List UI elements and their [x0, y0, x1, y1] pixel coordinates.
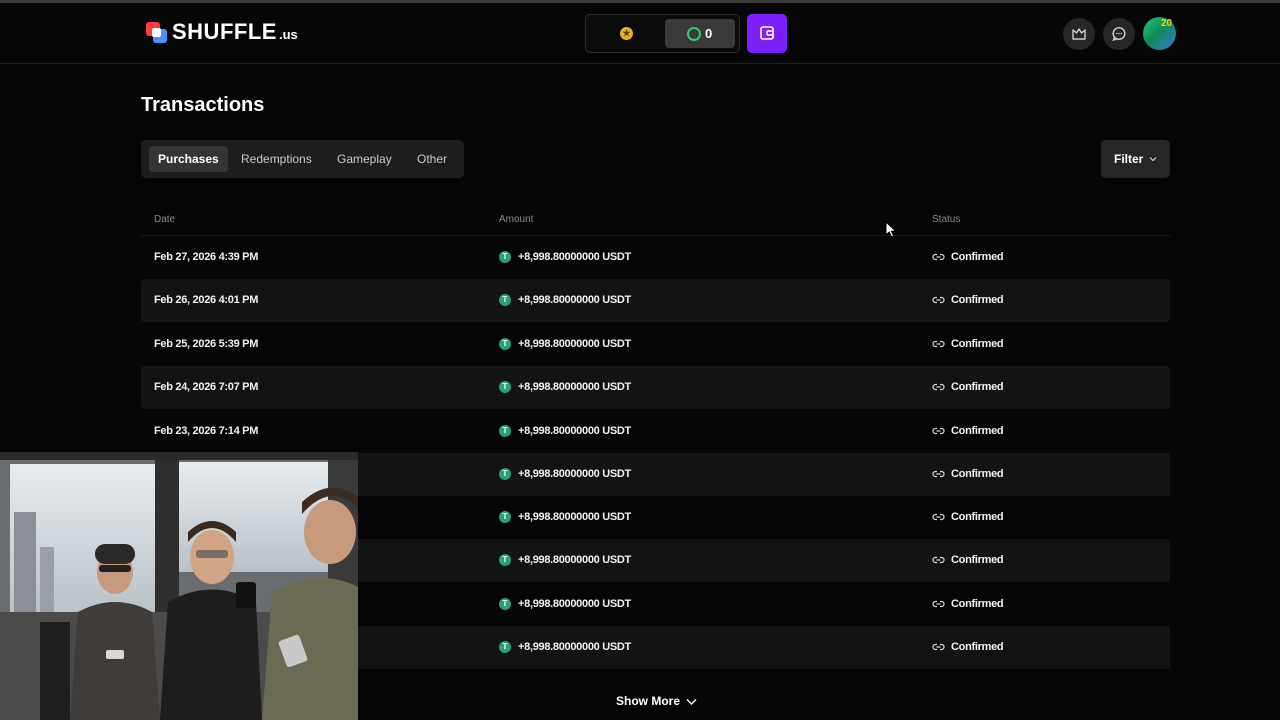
link-icon[interactable]: [932, 599, 945, 609]
show-more-button[interactable]: Show More: [616, 694, 697, 708]
chat-button[interactable]: [1103, 18, 1135, 50]
avatar-level-badge: 20: [1161, 18, 1173, 29]
tether-icon: T: [499, 641, 511, 653]
tether-icon: T: [499, 598, 511, 610]
row-status: Confirmed: [951, 468, 1004, 480]
column-header-amount: Amount: [499, 214, 534, 225]
mouse-cursor-icon: [885, 221, 897, 238]
row-amount: +8,998.80000000 USDT: [518, 425, 631, 437]
tether-icon: T: [499, 381, 511, 393]
show-more-label: Show More: [616, 694, 681, 708]
green-coin-icon: [687, 27, 701, 41]
row-status: Confirmed: [951, 338, 1004, 350]
row-amount: +8,998.80000000 USDT: [518, 294, 631, 306]
tether-icon: T: [499, 554, 511, 566]
row-status: Confirmed: [951, 511, 1004, 523]
filter-button[interactable]: Filter: [1101, 140, 1170, 178]
row-status: Confirmed: [951, 294, 1004, 306]
link-icon[interactable]: [932, 469, 945, 479]
brand-suffix: .us: [278, 27, 298, 42]
link-icon[interactable]: [932, 555, 945, 565]
brand-name: SHUFFLE: [172, 19, 277, 44]
row-status: Confirmed: [951, 381, 1004, 393]
tab-gameplay[interactable]: Gameplay: [328, 146, 401, 172]
row-amount: +8,998.80000000 USDT: [518, 468, 631, 480]
link-icon[interactable]: [932, 382, 945, 392]
tether-icon: T: [499, 294, 511, 306]
green-balance-value: 0: [705, 26, 713, 41]
green-balance-segment[interactable]: 0: [665, 19, 735, 48]
tab-other[interactable]: Other: [408, 146, 456, 172]
tether-icon: T: [499, 338, 511, 350]
column-header-status: Status: [932, 214, 961, 225]
shuffle-logo-icon: [146, 22, 167, 43]
transaction-type-tabs: Purchases Redemptions Gameplay Other: [141, 140, 464, 178]
tab-redemptions[interactable]: Redemptions: [232, 146, 321, 172]
row-amount: +8,998.80000000 USDT: [518, 554, 631, 566]
page-title: Transactions: [141, 94, 265, 116]
link-icon[interactable]: [932, 295, 945, 305]
table-row: Feb 25, 2026 5:39 PM T +8,998.80000000 U…: [141, 323, 1170, 366]
chat-bubble-icon: [1112, 26, 1126, 42]
row-status: Confirmed: [951, 251, 1004, 263]
link-icon[interactable]: [932, 512, 945, 522]
filter-label: Filter: [1114, 152, 1144, 166]
wallet-icon: [760, 26, 774, 40]
row-amount: +8,998.80000000 USDT: [518, 598, 631, 610]
row-date: Feb 27, 2026 4:39 PM: [154, 251, 259, 263]
row-amount: +8,998.80000000 USDT: [518, 251, 631, 263]
row-status: Confirmed: [951, 598, 1004, 610]
row-amount: +8,998.80000000 USDT: [518, 381, 631, 393]
row-status: Confirmed: [951, 554, 1004, 566]
top-navbar: SHUFFLE .us ★ 0 20: [0, 3, 1280, 64]
link-icon[interactable]: [932, 426, 945, 436]
row-amount: +8,998.80000000 USDT: [518, 641, 631, 653]
shuffle-logo[interactable]: SHUFFLE .us: [146, 21, 298, 43]
row-status: Confirmed: [951, 425, 1004, 437]
webcam-overlay: [0, 452, 358, 720]
webcam-video-image: [0, 452, 358, 720]
tether-icon: T: [499, 468, 511, 480]
table-row: Feb 23, 2026 7:14 PM T +8,998.80000000 U…: [141, 410, 1170, 453]
tether-icon: T: [499, 251, 511, 263]
currency-balance-switcher: ★ 0: [585, 14, 740, 53]
link-icon[interactable]: [932, 252, 945, 262]
wallet-button[interactable]: [747, 14, 787, 53]
crown-icon: [1072, 28, 1086, 40]
table-row: Feb 27, 2026 4:39 PM T +8,998.80000000 U…: [141, 236, 1170, 279]
row-amount: +8,998.80000000 USDT: [518, 511, 631, 523]
row-date: Feb 23, 2026 7:14 PM: [154, 425, 259, 437]
column-header-date: Date: [154, 214, 176, 225]
row-date: Feb 25, 2026 5:39 PM: [154, 338, 259, 350]
table-row: Feb 24, 2026 7:07 PM T +8,998.80000000 U…: [141, 366, 1170, 409]
gold-coin-icon[interactable]: ★: [620, 27, 633, 40]
row-date: Feb 24, 2026 7:07 PM: [154, 381, 259, 393]
row-status: Confirmed: [951, 641, 1004, 653]
row-date: Feb 26, 2026 4:01 PM: [154, 294, 259, 306]
tether-icon: T: [499, 511, 511, 523]
rewards-button[interactable]: [1063, 18, 1095, 50]
chevron-down-icon: [686, 698, 697, 705]
link-icon[interactable]: [932, 339, 945, 349]
link-icon[interactable]: [932, 642, 945, 652]
tether-icon: T: [499, 425, 511, 437]
tab-purchases[interactable]: Purchases: [149, 146, 228, 172]
chevron-down-icon: [1149, 157, 1157, 162]
table-row: Feb 26, 2026 4:01 PM T +8,998.80000000 U…: [141, 279, 1170, 322]
row-amount: +8,998.80000000 USDT: [518, 338, 631, 350]
